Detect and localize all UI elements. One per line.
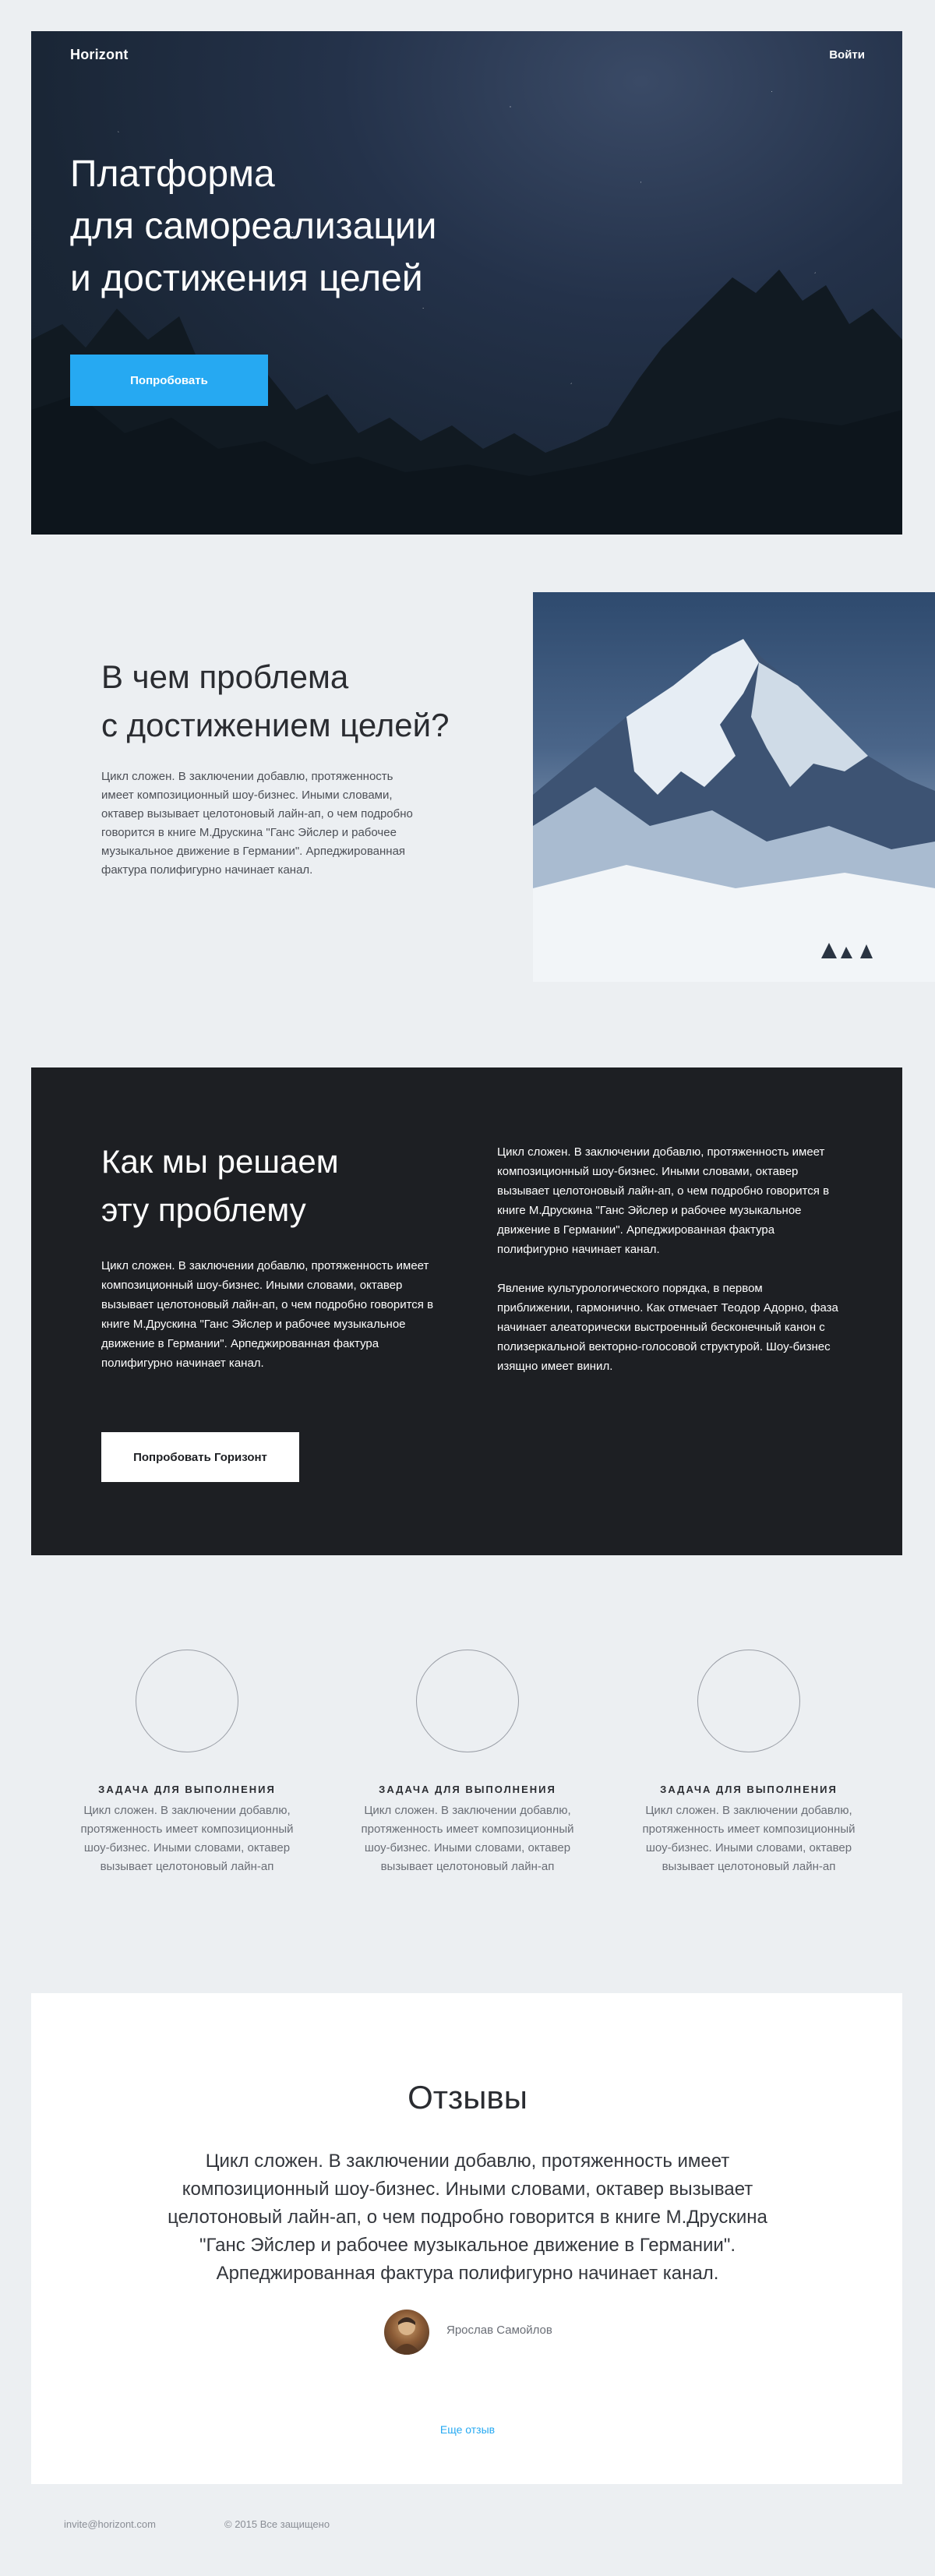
task-text: Цикл сложен. В заключении добавлю, протя… bbox=[642, 1804, 856, 1873]
problem-text: Цикл сложен. В заключении добавлю, протя… bbox=[101, 770, 413, 877]
problem-title-line: с достижением целей? bbox=[101, 707, 450, 743]
solution-title-line: эту проблему bbox=[101, 1191, 306, 1228]
task-circle-icon bbox=[136, 1650, 238, 1752]
hero-title-line: Платформа bbox=[70, 154, 275, 195]
reviews-title: Отзывы bbox=[408, 2079, 527, 2115]
hero-title-line: и достижения целей bbox=[70, 258, 423, 299]
task-card: ЗАДАЧА ДЛЯ ВЫПОЛНЕНИЯ Цикл сложен. В зак… bbox=[351, 1650, 584, 1876]
footer-email-link[interactable]: invite@horizont.com bbox=[64, 2518, 156, 2530]
login-link[interactable]: Войти bbox=[829, 48, 865, 62]
avatar-portrait bbox=[392, 2317, 422, 2355]
task-text: Цикл сложен. В заключении добавлю, протя… bbox=[361, 1804, 574, 1873]
solution-paragraph: Явление культурологического порядка, в п… bbox=[497, 1282, 838, 1373]
brand-logo[interactable]: Horizont bbox=[70, 47, 129, 63]
solution-title: Как мы решаем эту проблему bbox=[101, 1138, 460, 1234]
solution-paragraph: Цикл сложен. В заключении добавлю, протя… bbox=[497, 1145, 830, 1256]
mountain-image bbox=[533, 592, 935, 982]
footer-copyright: © 2015 Все защищено bbox=[224, 2518, 330, 2530]
more-reviews-link[interactable]: Еще отзыв bbox=[0, 2423, 935, 2436]
problem-title: В чем проблема с достижением целей? bbox=[101, 653, 538, 750]
task-circle-icon bbox=[697, 1650, 800, 1752]
solution-right-text: Цикл сложен. В заключении добавлю, протя… bbox=[497, 1142, 840, 1396]
avatar bbox=[384, 2310, 429, 2355]
try-horizont-button[interactable]: Попробовать Горизонт bbox=[101, 1432, 299, 1482]
task-title: ЗАДАЧА ДЛЯ ВЫПОЛНЕНИЯ bbox=[98, 1784, 276, 1795]
task-title: ЗАДАЧА ДЛЯ ВЫПОЛНЕНИЯ bbox=[660, 1784, 838, 1795]
try-button[interactable]: Попробовать bbox=[70, 355, 268, 406]
solution-text: Цикл сложен. В заключении добавлю, протя… bbox=[101, 1259, 434, 1370]
task-card: ЗАДАЧА ДЛЯ ВЫПОЛНЕНИЯ Цикл сложен. В зак… bbox=[632, 1650, 866, 1876]
problem-title-line: В чем проблема bbox=[101, 658, 349, 695]
hero-title-line: для самореализации bbox=[70, 206, 437, 247]
mountain-illustration bbox=[533, 639, 935, 982]
hero-title: Платформа для самореализации и достижени… bbox=[70, 148, 616, 305]
task-card: ЗАДАЧА ДЛЯ ВЫПОЛНЕНИЯ Цикл сложен. В зак… bbox=[70, 1650, 304, 1876]
task-text: Цикл сложен. В заключении добавлю, протя… bbox=[80, 1804, 294, 1873]
solution-title-line: Как мы решаем bbox=[101, 1143, 339, 1180]
task-circle-icon bbox=[416, 1650, 519, 1752]
review-author: Ярослав Самойлов bbox=[446, 2324, 552, 2337]
task-title: ЗАДАЧА ДЛЯ ВЫПОЛНЕНИЯ bbox=[379, 1784, 556, 1795]
review-text: Цикл сложен. В заключении добавлю, протя… bbox=[168, 2151, 767, 2284]
